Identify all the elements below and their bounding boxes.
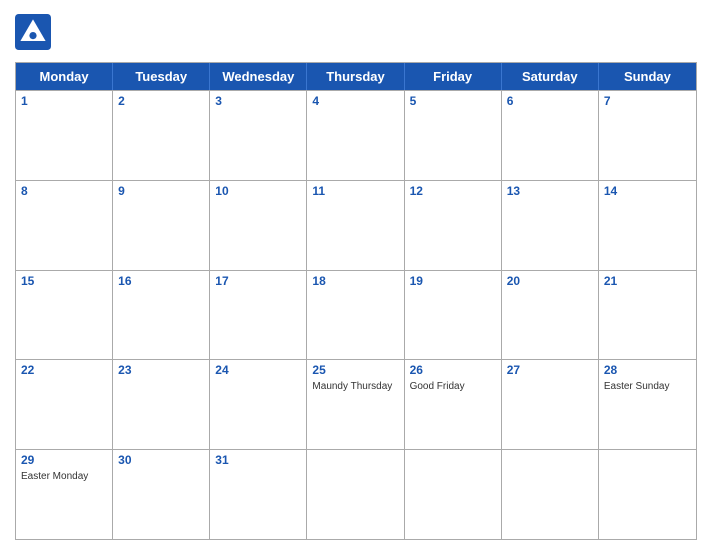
week-row-4: 22 23 24 25 Maundy Thursday 26 Good Friday 27 28…	[16, 359, 696, 449]
day-cell: 17	[210, 271, 307, 360]
day-number: 7	[604, 94, 691, 108]
day-number: 29	[21, 453, 107, 467]
day-event: Easter Monday	[21, 471, 107, 482]
day-cell: 30	[113, 450, 210, 539]
day-number: 9	[118, 184, 204, 198]
day-cell: 14	[599, 181, 696, 270]
day-cell: 10	[210, 181, 307, 270]
day-cell: 28 Easter Sunday	[599, 360, 696, 449]
day-number: 14	[604, 184, 691, 198]
day-cell: 16	[113, 271, 210, 360]
day-cell	[405, 450, 502, 539]
day-cell: 6	[502, 91, 599, 180]
day-number: 2	[118, 94, 204, 108]
day-cell: 27	[502, 360, 599, 449]
day-cell: 1	[16, 91, 113, 180]
logo	[15, 14, 55, 50]
day-cell: 25 Maundy Thursday	[307, 360, 404, 449]
day-cell: 18	[307, 271, 404, 360]
day-header-wednesday: Wednesday	[210, 63, 307, 90]
day-number: 24	[215, 363, 301, 377]
day-cell: 31	[210, 450, 307, 539]
day-header-tuesday: Tuesday	[113, 63, 210, 90]
day-number: 5	[410, 94, 496, 108]
day-cell	[307, 450, 404, 539]
day-headers: MondayTuesdayWednesdayThursdayFridaySatu…	[16, 63, 696, 90]
day-cell: 13	[502, 181, 599, 270]
week-row-1: 1234567	[16, 90, 696, 180]
day-cell: 29 Easter Monday	[16, 450, 113, 539]
day-cell: 26 Good Friday	[405, 360, 502, 449]
day-number: 22	[21, 363, 107, 377]
day-number: 17	[215, 274, 301, 288]
week-row-3: 15 16 17 18 19 20 21	[16, 270, 696, 360]
day-number: 27	[507, 363, 593, 377]
day-number: 10	[215, 184, 301, 198]
day-cell: 7	[599, 91, 696, 180]
page: MondayTuesdayWednesdayThursdayFridaySatu…	[0, 0, 712, 550]
day-number: 20	[507, 274, 593, 288]
day-cell: 24	[210, 360, 307, 449]
week-row-5: 29 Easter Monday 30 31	[16, 449, 696, 539]
day-cell: 19	[405, 271, 502, 360]
day-cell	[599, 450, 696, 539]
day-event: Easter Sunday	[604, 381, 691, 392]
day-number: 16	[118, 274, 204, 288]
day-number: 13	[507, 184, 593, 198]
day-header-thursday: Thursday	[307, 63, 404, 90]
day-cell: 15	[16, 271, 113, 360]
day-cell: 22	[16, 360, 113, 449]
day-cell: 8	[16, 181, 113, 270]
day-number: 19	[410, 274, 496, 288]
day-number: 3	[215, 94, 301, 108]
day-header-saturday: Saturday	[502, 63, 599, 90]
day-cell: 20	[502, 271, 599, 360]
day-cell: 12	[405, 181, 502, 270]
day-cell: 9	[113, 181, 210, 270]
day-number: 23	[118, 363, 204, 377]
day-number: 26	[410, 363, 496, 377]
day-number: 25	[312, 363, 398, 377]
day-cell	[502, 450, 599, 539]
day-cell: 21	[599, 271, 696, 360]
day-header-monday: Monday	[16, 63, 113, 90]
day-number: 28	[604, 363, 691, 377]
day-number: 11	[312, 184, 398, 198]
header	[15, 10, 697, 54]
day-number: 31	[215, 453, 301, 467]
day-number: 8	[21, 184, 107, 198]
day-event: Maundy Thursday	[312, 381, 398, 392]
day-header-friday: Friday	[405, 63, 502, 90]
day-cell: 2	[113, 91, 210, 180]
day-cell: 5	[405, 91, 502, 180]
day-number: 1	[21, 94, 107, 108]
day-cell: 11	[307, 181, 404, 270]
day-number: 6	[507, 94, 593, 108]
day-number: 21	[604, 274, 691, 288]
calendar-body: 1234567891011121314151617181920212223242…	[16, 90, 696, 539]
day-number: 4	[312, 94, 398, 108]
day-cell: 4	[307, 91, 404, 180]
day-cell: 23	[113, 360, 210, 449]
calendar: MondayTuesdayWednesdayThursdayFridaySatu…	[15, 62, 697, 540]
day-event: Good Friday	[410, 381, 496, 392]
day-header-sunday: Sunday	[599, 63, 696, 90]
day-cell: 3	[210, 91, 307, 180]
day-number: 30	[118, 453, 204, 467]
day-number: 15	[21, 274, 107, 288]
day-number: 12	[410, 184, 496, 198]
day-number: 18	[312, 274, 398, 288]
week-row-2: 89 10 11 12 13 14	[16, 180, 696, 270]
generalblue-logo-icon	[15, 14, 51, 50]
